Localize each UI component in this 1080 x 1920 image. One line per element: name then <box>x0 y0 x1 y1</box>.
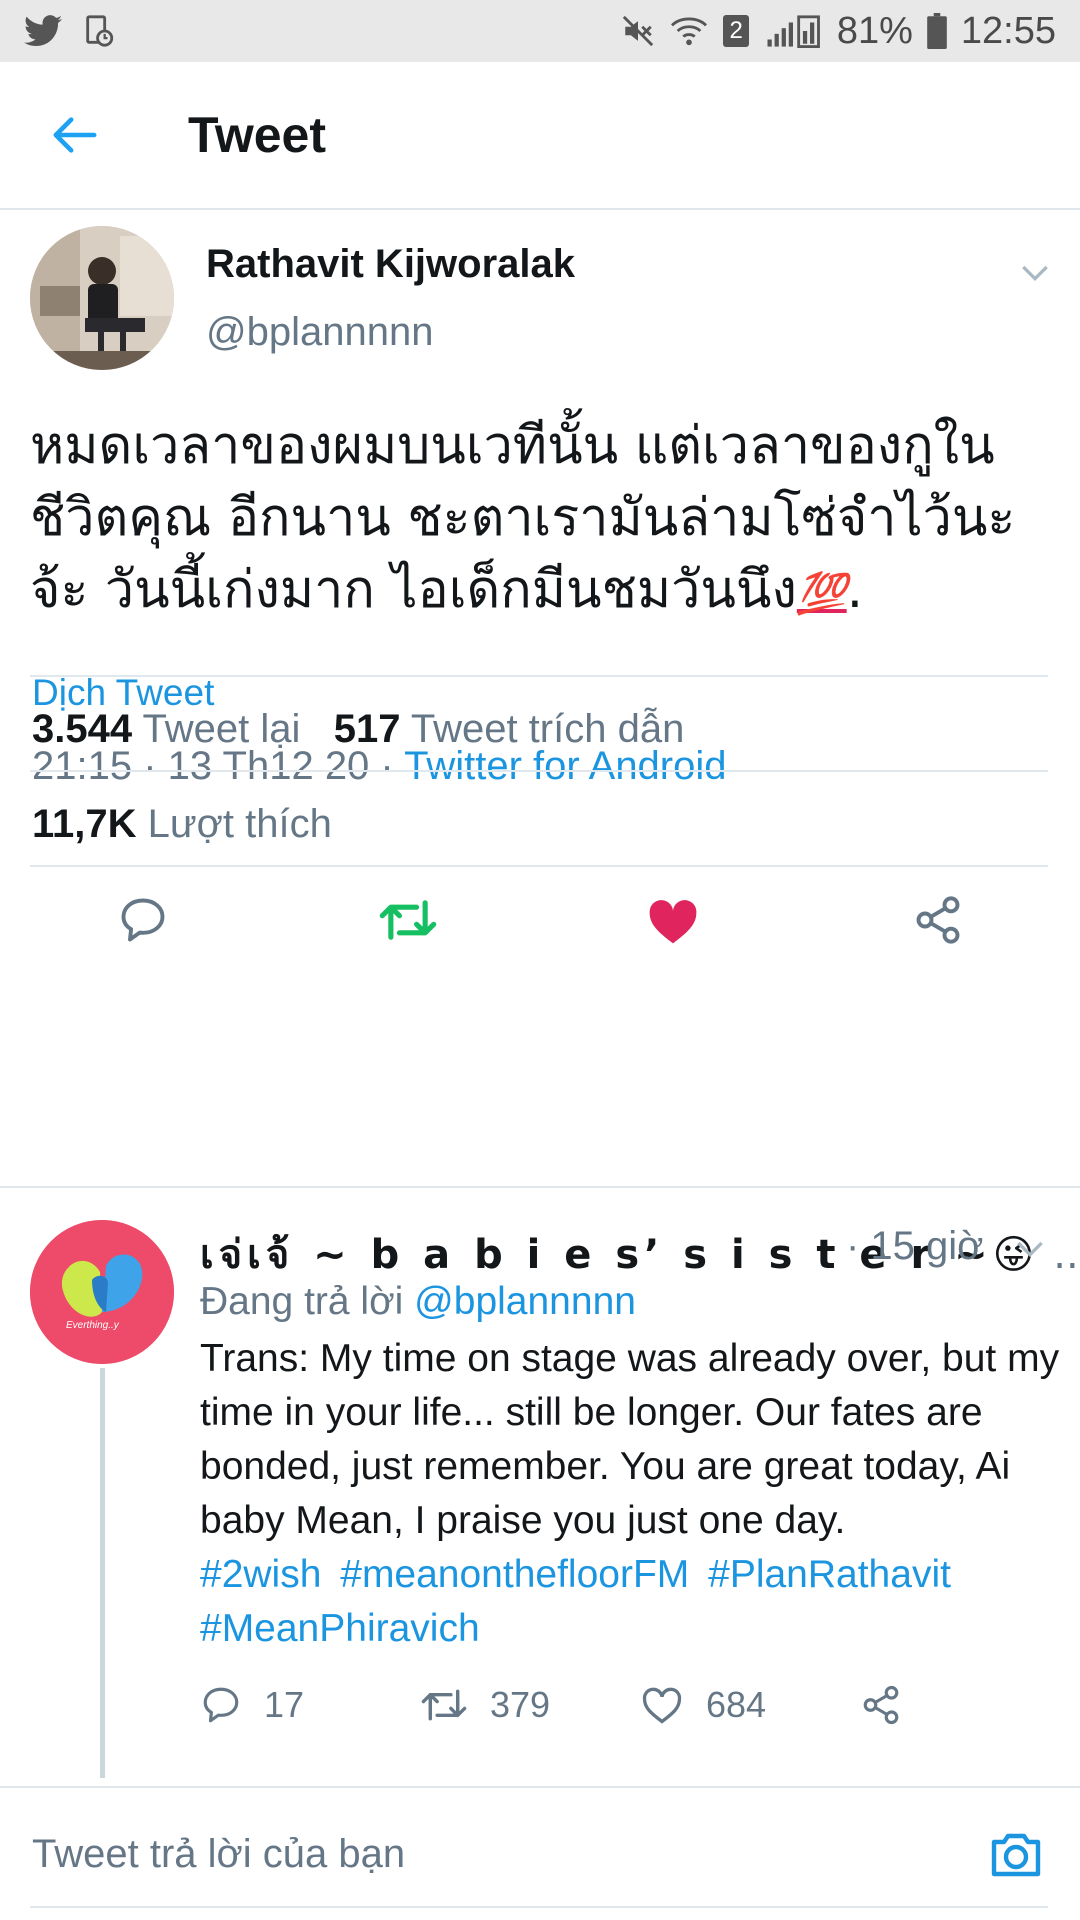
divider <box>30 770 1048 772</box>
hashtag-link[interactable]: #meanonthefloorFM <box>340 1553 689 1596</box>
quotes-label: Tweet trích dẫn <box>410 707 685 751</box>
camera-button[interactable] <box>984 1822 1048 1886</box>
like-icon <box>649 900 696 944</box>
divider <box>30 675 1048 677</box>
hashtag-link[interactable]: #PlanRathavit <box>708 1553 951 1596</box>
reply-reply-button[interactable]: 17 <box>200 1684 420 1726</box>
back-button[interactable] <box>0 62 150 208</box>
reply-count: 17 <box>264 1684 305 1725</box>
author-avatar[interactable] <box>30 226 174 370</box>
like-outline-icon <box>642 1687 682 1724</box>
name-ellipsis: ... <box>1053 1232 1080 1278</box>
reply-icon <box>203 1687 239 1723</box>
hundred-points-emoji: 💯 <box>796 571 847 617</box>
clock: 12:55 <box>960 9 1056 52</box>
retweet-button[interactable] <box>373 885 443 955</box>
page-title: Tweet <box>188 107 326 163</box>
signal-icon <box>763 14 823 48</box>
share-icon <box>916 896 959 944</box>
share-icon <box>863 1685 899 1725</box>
app-header: Tweet <box>0 62 1080 210</box>
arrow-left-icon <box>53 117 97 153</box>
twitter-icon <box>24 15 62 47</box>
replying-to: Đang trả lời @bplannnnn <box>200 1280 636 1324</box>
tweet-actions <box>0 855 1080 985</box>
battery-icon <box>927 13 947 49</box>
camera-icon <box>991 1833 1041 1877</box>
likes-label: Lượt thích <box>147 802 332 846</box>
reply-share-button[interactable] <box>860 1684 940 1726</box>
retweets-label: Tweet lại <box>142 707 301 751</box>
hashtag-link[interactable]: #MeanPhiravich <box>200 1607 480 1650</box>
reply-author-avatar[interactable]: Everthing..y <box>30 1220 174 1364</box>
reply-composer <box>0 1788 1080 1920</box>
reply-retweet-button[interactable]: 379 <box>420 1684 640 1726</box>
retweet-icon <box>421 1689 467 1721</box>
replying-prefix: Đang trả lời <box>200 1280 404 1323</box>
tweet-text-body: หมดเวลาของผมบนเวทีนั้น แต่เวลาของกูในชีว… <box>30 416 1016 620</box>
wifi-badge: 2 <box>723 15 749 47</box>
reply-timestamp: · 15 giờ <box>846 1224 984 1268</box>
like-count: 684 <box>706 1684 767 1725</box>
reply-actions: 17 379 684 <box>200 1670 960 1740</box>
author-name[interactable]: Rathavit Kijworalak <box>206 242 575 287</box>
avatar-caption: Everthing..y <box>66 1320 119 1331</box>
chevron-down-icon <box>1017 1241 1043 1258</box>
author-handle[interactable]: @bplannnnn <box>206 310 433 355</box>
share-button[interactable] <box>903 885 973 955</box>
replying-handle-link[interactable]: @bplannnnn <box>414 1280 636 1323</box>
reply-button[interactable] <box>108 885 178 955</box>
sync-icon <box>84 14 114 48</box>
tweet-text: หมดเวลาของผมบนเวทีนั้น แต่เวลาของกูในชีว… <box>30 410 1050 630</box>
hashtag-link[interactable]: #2wish <box>200 1553 321 1596</box>
thread-line <box>100 1368 105 1778</box>
retweet-stats[interactable]: 3.544 Tweet lại 517 Tweet trích dẫn <box>32 707 684 752</box>
reply-icon <box>121 898 164 942</box>
section-divider <box>0 1186 1080 1188</box>
quotes-count: 517 <box>333 707 401 751</box>
reply-hashtags: #2wish #meanonthefloorFM #PlanRathavit #… <box>200 1548 1060 1656</box>
reply-input[interactable] <box>32 1831 932 1877</box>
like-stats[interactable]: 11,7K Lượt thích <box>32 802 332 847</box>
like-button[interactable] <box>638 885 708 955</box>
retweet-count: 379 <box>490 1684 551 1725</box>
likes-count: 11,7K <box>32 802 137 846</box>
battery-percent: 81% <box>836 9 913 52</box>
compose-underline <box>30 1906 1048 1908</box>
reply-text: Trans: My time on stage was already over… <box>200 1337 1060 1542</box>
retweets-count: 3.544 <box>32 707 133 751</box>
retweet-icon <box>379 900 436 940</box>
wifi-icon <box>669 14 709 48</box>
status-bar: 2 81% 12:55 <box>0 0 1080 62</box>
mute-icon <box>621 14 655 48</box>
tweet-text-end: . <box>846 560 864 620</box>
reply-like-button[interactable]: 684 <box>640 1684 860 1726</box>
reply-options-button[interactable] <box>1010 1228 1050 1268</box>
tweet-options-button[interactable] <box>1015 252 1055 292</box>
chevron-down-icon <box>1022 265 1048 282</box>
reply-tweet[interactable]: Everthing..y เจ่เจ้ ~ b a b i e s’ s i s… <box>0 1190 1080 1790</box>
